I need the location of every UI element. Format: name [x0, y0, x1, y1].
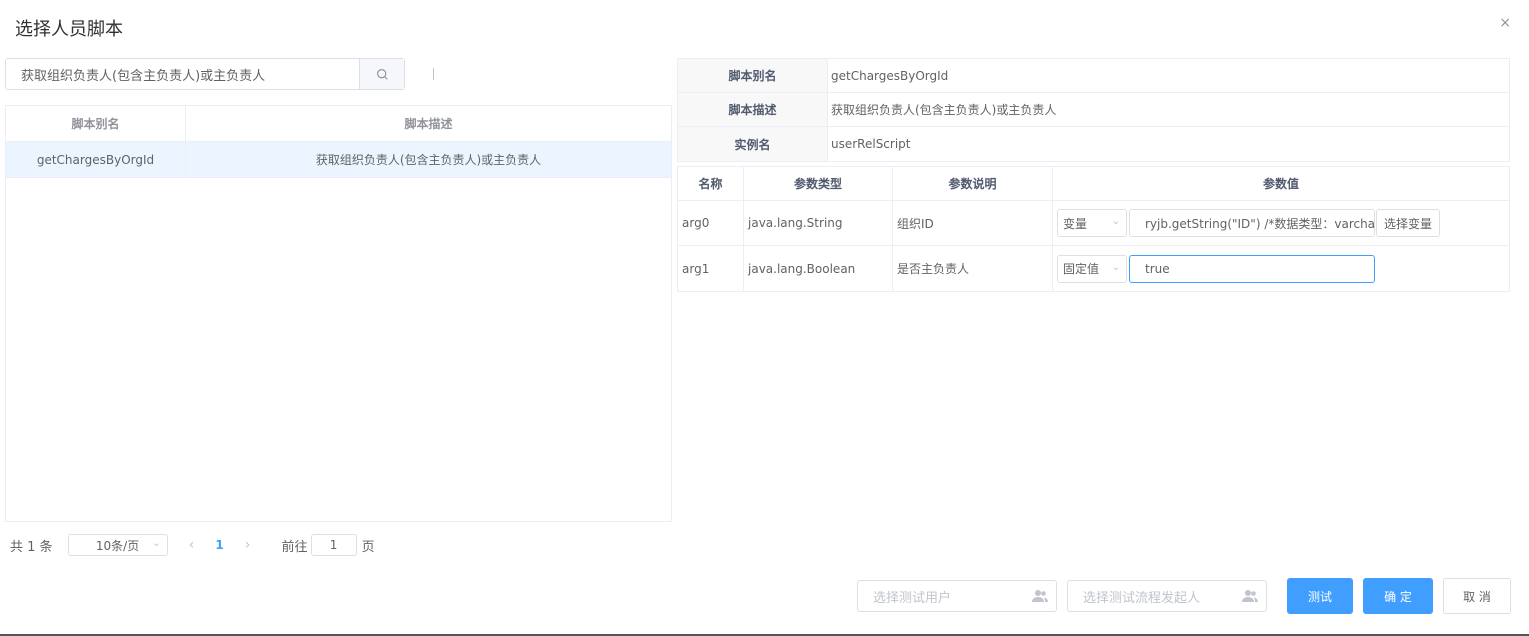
column-header-value: 参数值 — [1262, 177, 1299, 191]
table-row[interactable]: getChargesByOrgId 获取组织负责人(包含主负责人)或主负责人 — [6, 142, 671, 178]
column-header-desc: 脚本描述 — [404, 117, 453, 131]
param-desc: 组织ID — [893, 201, 1053, 245]
value-mode-select[interactable]: 固定值 ⌄ — [1057, 254, 1127, 283]
search-box — [5, 58, 405, 90]
dialog-footer: 选择测试用户 选择测试流程发起人 测试 确 定 取 消 — [857, 578, 1511, 614]
user-group-icon — [1032, 590, 1048, 602]
param-row: arg1 java.lang.Boolean 是否主负责人 固定值 ⌄ true — [678, 246, 1509, 291]
param-value-cell: 变量 ⌄ ryjb.getString("ID") /*数据类型：varchar… — [1053, 201, 1509, 245]
test-starter-placeholder: 选择测试流程发起人 — [1083, 590, 1201, 606]
page-size-select[interactable]: 10条/页 ⌄ — [67, 534, 168, 556]
param-type: java.lang.Boolean — [744, 246, 893, 291]
pagination: 共 1 条 10条/页 ⌄ ‹ 1 › 前往 1 页 — [10, 534, 375, 556]
dialog-title: 选择人员脚本 — [15, 19, 123, 40]
test-user-placeholder: 选择测试用户 — [873, 590, 952, 606]
goto-prefix: 前往 — [281, 539, 308, 555]
next-page-button[interactable]: › — [234, 537, 262, 553]
search-input[interactable] — [6, 59, 359, 89]
test-user-picker[interactable]: 选择测试用户 — [857, 580, 1057, 612]
goto-page-input[interactable]: 1 — [310, 534, 357, 556]
info-value: userRelScript — [831, 137, 911, 151]
info-row-instance: 实例名 userRelScript — [678, 127, 1509, 161]
param-name: arg0 — [678, 201, 744, 245]
test-button[interactable]: 测试 — [1287, 578, 1353, 614]
table-header: 脚本别名 脚本描述 — [6, 106, 671, 142]
test-starter-picker[interactable]: 选择测试流程发起人 — [1067, 580, 1267, 612]
script-table: 脚本别名 脚本描述 getChargesByOrgId 获取组织负责人(包含主负… — [5, 105, 672, 522]
confirm-button[interactable]: 确 定 — [1363, 578, 1433, 614]
search-button[interactable] — [359, 59, 404, 89]
column-header-name: 名称 — [678, 167, 744, 200]
page-size-value: 10条/页 — [95, 538, 140, 553]
prev-page-button[interactable]: ‹ — [178, 537, 206, 553]
info-value: 获取组织负责人(包含主负责人)或主负责人 — [831, 103, 1057, 117]
params-table: 名称 参数类型 参数说明 参数值 arg0 java.lang.String 组… — [677, 166, 1510, 292]
info-label: 实例名 — [678, 127, 828, 161]
cancel-button[interactable]: 取 消 — [1443, 578, 1511, 614]
chevron-down-icon: ⌄ — [1111, 216, 1120, 227]
param-value-cell: 固定值 ⌄ true — [1053, 246, 1509, 291]
script-info-table: 脚本别名 getChargesByOrgId 脚本描述 获取组织负责人(包含主负… — [677, 58, 1510, 162]
select-variable-button[interactable]: 选择变量 — [1376, 209, 1441, 237]
info-label: 脚本别名 — [678, 59, 828, 92]
param-desc: 是否主负责人 — [893, 246, 1053, 291]
column-header-desc: 参数说明 — [893, 167, 1053, 200]
column-header-alias: 脚本别名 — [6, 106, 186, 141]
chevron-down-icon: ⌄ — [152, 538, 161, 549]
info-value: getChargesByOrgId — [831, 68, 949, 83]
param-row: arg0 java.lang.String 组织ID 变量 ⌄ ryjb.get… — [678, 201, 1509, 246]
cell-alias: getChargesByOrgId — [6, 142, 186, 177]
info-row-alias: 脚本别名 getChargesByOrgId — [678, 59, 1509, 93]
search-icon — [376, 68, 388, 80]
param-name: arg1 — [678, 246, 744, 291]
value-mode-label: 变量 — [1063, 216, 1088, 231]
param-value-input[interactable]: true — [1129, 254, 1375, 283]
divider — [433, 68, 434, 80]
column-header-type: 参数类型 — [744, 167, 893, 200]
page-jumper: 前往 1 页 — [282, 534, 375, 556]
info-row-desc: 脚本描述 获取组织负责人(包含主负责人)或主负责人 — [678, 93, 1509, 127]
cell-desc: 获取组织负责人(包含主负责人)或主负责人 — [315, 153, 542, 167]
params-header: 名称 参数类型 参数说明 参数值 — [678, 167, 1509, 201]
pagination-total: 共 1 条 — [10, 539, 53, 555]
goto-suffix: 页 — [361, 539, 375, 555]
value-mode-label: 固定值 — [1063, 262, 1100, 276]
user-group-icon — [1242, 590, 1258, 602]
page-number-current[interactable]: 1 — [206, 538, 234, 552]
chevron-down-icon: ⌄ — [1111, 261, 1120, 273]
param-value-input[interactable]: ryjb.getString("ID") /*数据类型：varchar* — [1129, 209, 1375, 237]
info-label: 脚本描述 — [678, 93, 828, 126]
close-icon[interactable]: × — [1499, 15, 1511, 31]
value-mode-select[interactable]: 变量 ⌄ — [1057, 209, 1127, 237]
param-type: java.lang.String — [744, 201, 893, 245]
